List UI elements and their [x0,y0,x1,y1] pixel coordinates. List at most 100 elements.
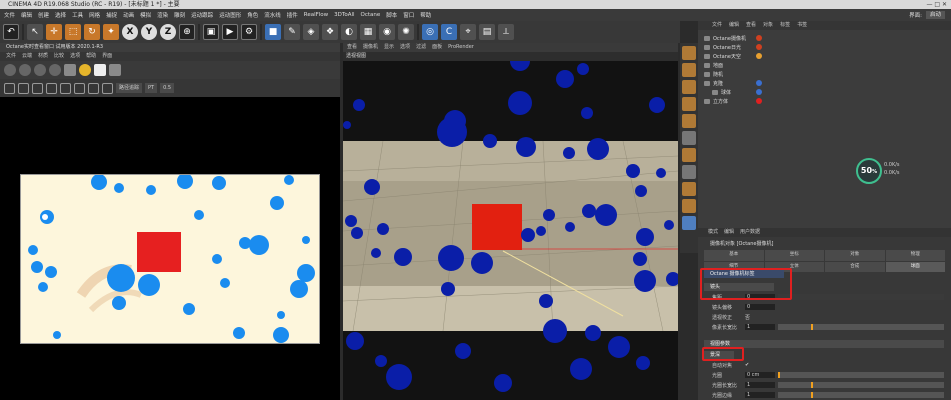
om-menu-item[interactable]: 书签 [797,21,807,30]
light-icon[interactable]: ✺ [398,24,414,40]
world-coord-icon[interactable]: ⊕ [179,24,195,40]
move-icon[interactable]: ✛ [46,24,62,40]
menu-item[interactable]: 编辑 [21,11,32,19]
pen-icon[interactable]: ✎ [284,24,300,40]
param-slider[interactable] [778,392,944,398]
locked-workplane-icon[interactable] [682,199,696,213]
om-menu-item[interactable]: 编辑 [729,21,739,30]
menu-item[interactable]: 捕捉 [106,11,117,19]
param-value[interactable]: 1 [745,324,775,330]
object-tag-icon[interactable] [756,98,762,104]
param-value[interactable]: 1 [745,382,775,388]
object-tag-icon[interactable] [756,53,762,59]
stop-render-icon[interactable] [19,64,31,76]
menu-item[interactable]: 动画 [123,11,134,19]
camera-icon[interactable]: ◉ [379,24,395,40]
model-mode-icon[interactable] [682,46,696,60]
menu-item[interactable]: 脚本 [386,11,397,19]
live-viewer-menu-item[interactable]: 比较 [54,52,64,61]
gear-icon[interactable] [4,82,15,94]
render-settings-icon[interactable]: ⚙ [241,24,257,40]
pause-render-icon[interactable] [49,64,61,76]
clock-icon[interactable] [102,82,113,94]
restart-render-icon[interactable] [34,64,46,76]
pointer-icon[interactable]: ↖ [27,24,43,40]
snap-icon[interactable]: ⌖ [460,24,476,40]
lock-icon[interactable] [46,82,57,94]
om-menu-item[interactable]: 标签 [780,21,790,30]
sun-icon[interactable] [79,64,91,76]
menu-item[interactable]: 角色 [247,11,258,19]
grid-icon[interactable] [60,82,71,94]
axis-mode-icon[interactable] [682,131,696,145]
menu-item[interactable]: 文件 [4,11,15,19]
tab-coordinates[interactable]: 坐标 [764,250,824,261]
menu-item[interactable]: 流水线 [264,11,281,19]
object-row[interactable]: 地面 [704,61,753,69]
undo-icon[interactable]: ↶ [3,24,19,40]
param-slider[interactable] [778,324,944,330]
param-slider[interactable] [778,372,944,378]
am-menu-item[interactable]: 编辑 [724,228,734,237]
object-tag-icon[interactable] [756,89,762,95]
clipboard-icon[interactable] [18,82,29,94]
window-controls[interactable]: — □ ✕ [926,0,947,9]
menu-item[interactable]: 渲染 [157,11,168,19]
magnet-icon[interactable] [682,216,696,230]
param-checkbox[interactable]: ✔ [745,362,749,368]
tweak-mode-icon[interactable] [682,148,696,162]
object-row[interactable]: Octane摄像机 [704,34,762,42]
octane-icon[interactable]: ◎ [422,24,438,40]
object-row[interactable]: 随机 [704,70,753,78]
render-view-icon[interactable]: ▣ [203,24,219,40]
param-slider[interactable] [778,382,944,388]
am-menu-item[interactable]: 模式 [708,228,718,237]
menu-item[interactable]: Octane [361,12,381,18]
menu-item[interactable]: 选择 [55,11,66,19]
viewport-menu-item[interactable]: 摄像机 [363,43,378,52]
points-mode-icon[interactable] [682,80,696,94]
menu-item[interactable]: 运动跟踪 [191,11,213,19]
om-menu-item[interactable]: 对象 [763,21,773,30]
tab-spherical[interactable]: 球面 [885,261,945,272]
param-value[interactable]: 否 [745,314,750,321]
live-viewer-menu-item[interactable]: 文件 [6,52,16,61]
kernel-dropdown[interactable]: 路径追踪 [116,83,143,93]
param-value[interactable]: 0 cm [745,372,775,378]
object-tag-icon[interactable] [756,35,762,41]
tab-object[interactable]: 对象 [825,250,885,261]
menu-item[interactable]: 模拟 [140,11,151,19]
settings-icon[interactable] [109,64,121,76]
c-icon[interactable]: C [441,24,457,40]
menu-item[interactable]: 工具 [72,11,83,19]
viewport-menu-item[interactable]: 过滤 [416,43,426,52]
tab-composition[interactable]: 合成 [825,261,885,272]
viewport-menu-item[interactable]: 面板 [432,43,442,52]
menu-item[interactable]: 3DToAll [334,12,354,18]
grid-icon[interactable]: ▤ [479,24,495,40]
live-viewer-menu-item[interactable]: 云端 [22,52,32,61]
tab-basic[interactable]: 基本 [704,250,764,261]
menu-item[interactable]: 雕刻 [174,11,185,19]
om-menu-item[interactable]: 查看 [746,21,756,30]
octane-render-image[interactable] [20,174,320,344]
rotate-icon[interactable]: ↻ [84,24,100,40]
am-menu-item[interactable]: 用户数据 [740,228,760,237]
y-axis-icon[interactable]: Y [141,24,157,40]
cloner-icon[interactable]: ❖ [322,24,338,40]
select-icon[interactable]: ✦ [103,24,119,40]
region-render-icon[interactable] [64,64,76,76]
z-axis-icon[interactable]: Z [160,24,176,40]
menu-item[interactable]: 网格 [89,11,100,19]
param-slider[interactable] [778,294,944,300]
save-image-icon[interactable] [94,64,106,76]
menu-item[interactable]: 创建 [38,11,49,19]
pin-icon[interactable] [88,82,99,94]
menu-item[interactable]: 运动图形 [219,11,241,19]
live-viewer-menu-item[interactable]: 界面 [102,52,112,61]
cube-icon[interactable]: ■ [265,24,281,40]
live-viewer-menu-item[interactable]: 帮助 [86,52,96,61]
start-render-icon[interactable] [4,64,16,76]
viewport-menu-item[interactable]: 选项 [400,43,410,52]
menu-item[interactable]: 帮助 [420,11,431,19]
